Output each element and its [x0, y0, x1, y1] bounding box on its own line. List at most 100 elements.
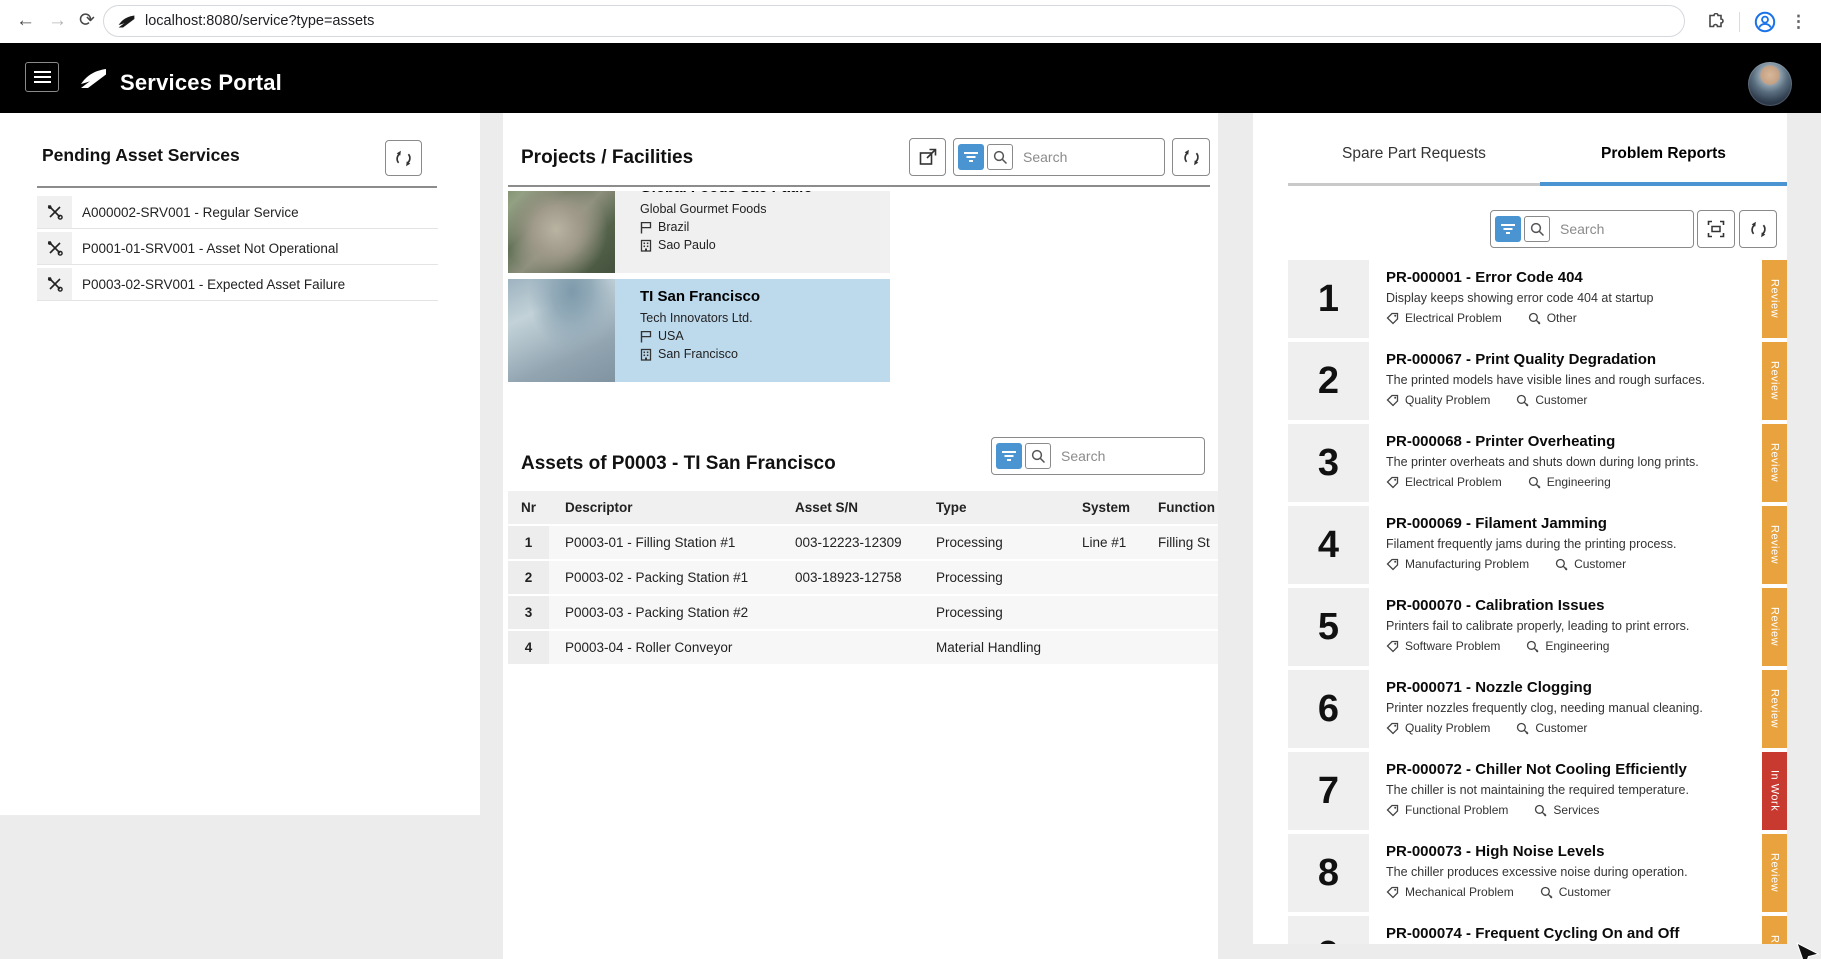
- asset-table-row[interactable]: 2P0003-02 - Packing Station #1003-18923-…: [508, 561, 1218, 596]
- facility-image: [508, 191, 615, 273]
- browser-profile-icon[interactable]: [1754, 11, 1776, 33]
- asset-table-row[interactable]: 4P0003-04 - Roller ConveyorMaterial Hand…: [508, 631, 1218, 666]
- report-origin: Customer: [1516, 393, 1587, 407]
- browser-menu-icon[interactable]: ⋮: [1790, 12, 1807, 32]
- report-title: PR-000001 - Error Code 404: [1386, 269, 1762, 286]
- report-body: PR-000001 - Error Code 404Display keeps …: [1369, 260, 1762, 338]
- open-external-icon: [919, 148, 937, 166]
- browser-address-bar[interactable]: localhost:8080/service?type=assets: [103, 5, 1685, 37]
- tab-problem-reports[interactable]: Problem Reports: [1540, 145, 1787, 163]
- reports-expand-button[interactable]: [1697, 210, 1735, 248]
- user-avatar[interactable]: [1748, 62, 1792, 106]
- problem-type-tag-icon: [1386, 886, 1399, 899]
- report-tags-row: Manufacturing ProblemCustomer: [1386, 557, 1762, 571]
- projects-search-button[interactable]: [987, 144, 1013, 170]
- report-tags-row: Electrical ProblemOther: [1386, 311, 1762, 325]
- assets-search-button[interactable]: [1025, 443, 1051, 469]
- asset-cell: P0003-01 - Filling Station #1: [549, 526, 779, 559]
- reports-search-input[interactable]: [1558, 220, 1689, 238]
- problem-report-item[interactable]: 1PR-000001 - Error Code 404Display keeps…: [1288, 260, 1787, 338]
- service-item-icon-cell: [37, 196, 72, 228]
- asset-cell: 2: [508, 561, 549, 594]
- report-title: PR-000071 - Nozzle Clogging: [1386, 679, 1762, 696]
- facility-city-row: San Francisco: [640, 347, 760, 361]
- facility-country-row: Brazil: [640, 220, 813, 234]
- report-origin: Engineering: [1528, 475, 1611, 489]
- pending-service-item[interactable]: P0001-01-SRV001 - Asset Not Operational: [37, 232, 438, 265]
- facility-list: Global Foods Sao PauloGlobal Gourmet Foo…: [508, 191, 890, 388]
- facility-card[interactable]: Global Foods Sao PauloGlobal Gourmet Foo…: [508, 191, 890, 273]
- facility-city: San Francisco: [658, 347, 738, 361]
- asset-table-row[interactable]: 3P0003-03 - Packing Station #2Processing: [508, 596, 1218, 631]
- asset-cell: 1: [508, 526, 549, 559]
- pending-services-refresh-button[interactable]: [385, 140, 422, 176]
- assets-search-input[interactable]: [1059, 447, 1200, 465]
- report-tags-row: Mechanical ProblemCustomer: [1386, 885, 1762, 899]
- problem-type-label: Quality Problem: [1405, 721, 1490, 735]
- filter-icon: [1002, 450, 1016, 462]
- pending-service-item[interactable]: P0003-02-SRV001 - Expected Asset Failure: [37, 268, 438, 301]
- menu-hamburger-button[interactable]: [25, 62, 59, 92]
- extensions-puzzle-icon[interactable]: [1707, 13, 1725, 31]
- browser-back-button[interactable]: ←: [16, 8, 35, 34]
- report-status-badge: Review: [1762, 342, 1787, 420]
- problem-report-item[interactable]: 6PR-000071 - Nozzle CloggingPrinter nozz…: [1288, 670, 1787, 748]
- browser-refresh-button[interactable]: ⟳: [79, 8, 95, 34]
- problem-report-item[interactable]: 7PR-000072 - Chiller Not Cooling Efficie…: [1288, 752, 1787, 830]
- browser-forward-button[interactable]: →: [48, 8, 67, 34]
- facility-card[interactable]: TI San FranciscoTech Innovators Ltd.USAS…: [508, 279, 890, 382]
- problem-report-item[interactable]: 8PR-000073 - High Noise LevelsThe chille…: [1288, 834, 1787, 912]
- facility-card-body: Global Foods Sao PauloGlobal Gourmet Foo…: [615, 191, 813, 273]
- problem-report-item[interactable]: 5PR-000070 - Calibration IssuesPrinters …: [1288, 588, 1787, 666]
- building-icon: [640, 239, 652, 252]
- service-tools-icon: [47, 240, 63, 256]
- reports-refresh-button[interactable]: [1739, 210, 1777, 248]
- refresh-icon: [1749, 220, 1768, 239]
- facility-country-row: USA: [640, 329, 760, 343]
- toolbar-separator: [1739, 12, 1740, 32]
- service-tools-icon: [47, 276, 63, 292]
- projects-filter-button[interactable]: [958, 144, 984, 170]
- problem-type-tag-icon: [1386, 722, 1399, 735]
- reports-search-group: [1490, 210, 1694, 248]
- application-window: ← → ⟳ localhost:8080/service?type=assets…: [0, 0, 1821, 959]
- problem-type-tag-icon: [1386, 558, 1399, 571]
- report-origin: Engineering: [1526, 639, 1609, 653]
- tab-underline-inactive: [1288, 183, 1540, 186]
- asset-table-row[interactable]: 1P0003-01 - Filling Station #1003-12223-…: [508, 526, 1218, 561]
- report-title: PR-000069 - Filament Jamming: [1386, 515, 1762, 532]
- facility-image: [508, 279, 615, 382]
- country-flag-icon: [640, 221, 652, 234]
- report-number: 1: [1288, 260, 1369, 338]
- refresh-icon: [1182, 148, 1201, 167]
- report-problem-type: Manufacturing Problem: [1386, 557, 1529, 571]
- problem-type-label: Electrical Problem: [1405, 311, 1502, 325]
- problem-report-item[interactable]: 3PR-000068 - Printer OverheatingThe prin…: [1288, 424, 1787, 502]
- asset-cell: [1066, 561, 1142, 594]
- filter-icon: [964, 151, 978, 163]
- problem-type-label: Mechanical Problem: [1405, 885, 1514, 899]
- reports-filter-button[interactable]: [1495, 216, 1521, 242]
- projects-search-input[interactable]: [1021, 148, 1160, 166]
- assets-column-header: System: [1066, 491, 1142, 524]
- problem-type-tag-icon: [1386, 394, 1399, 407]
- problem-report-item[interactable]: 9PR-000074 - Frequent Cycling On and Off…: [1288, 916, 1787, 944]
- report-status-badge: Review: [1762, 506, 1787, 584]
- report-body: PR-000072 - Chiller Not Cooling Efficien…: [1369, 752, 1762, 830]
- reports-search-button[interactable]: [1524, 216, 1550, 242]
- problem-report-item[interactable]: 4PR-000069 - Filament JammingFilament fr…: [1288, 506, 1787, 584]
- tab-spare-part-requests[interactable]: Spare Part Requests: [1288, 145, 1540, 163]
- facility-country: Brazil: [658, 220, 689, 234]
- browser-toolbar-right: ⋮: [1707, 0, 1807, 43]
- origin-label: Engineering: [1547, 475, 1611, 489]
- problem-report-item[interactable]: 2PR-000067 - Print Quality DegradationTh…: [1288, 342, 1787, 420]
- report-tags-row: Functional ProblemServices: [1386, 803, 1762, 817]
- asset-cell: Filling St: [1142, 526, 1218, 559]
- assets-filter-button[interactable]: [996, 443, 1022, 469]
- open-external-button[interactable]: [909, 138, 946, 176]
- assets-title: Assets of P0003 - TI San Francisco: [521, 453, 836, 475]
- assets-table: NrDescriptorAsset S/NTypeSystemFunction1…: [508, 491, 1218, 666]
- pending-service-item[interactable]: A000002-SRV001 - Regular Service: [37, 196, 438, 229]
- projects-refresh-button[interactable]: [1172, 138, 1210, 176]
- report-title: PR-000072 - Chiller Not Cooling Efficien…: [1386, 761, 1762, 778]
